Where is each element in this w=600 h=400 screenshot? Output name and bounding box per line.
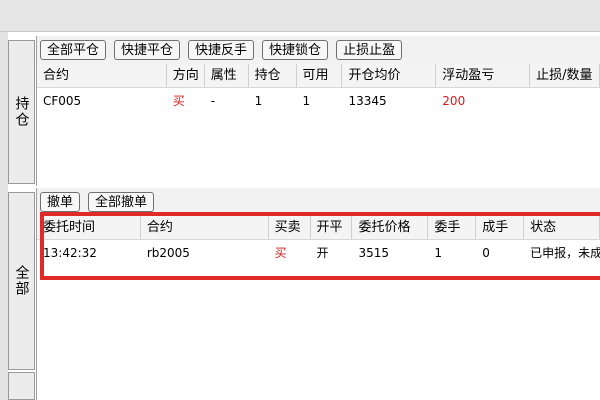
order-side: 买 [274,246,287,260]
order-time: 13:42:32 [43,246,97,260]
cancel-all-orders-button[interactable]: 全部撤单 [88,192,155,212]
col-header-floating-pnl[interactable]: 浮动盈亏 [436,64,531,87]
top-toolbar-area [0,0,600,32]
position-contract: CF005 [43,94,82,108]
side-tab-positions-label: 持仓 [13,96,30,128]
col-header-side[interactable]: 买卖 [269,216,311,239]
order-contract: rb2005 [146,246,190,260]
orders-table-header: 委托时间 合约 买卖 开平 委托价格 委手 成手 状态 [37,216,600,240]
order-row[interactable]: 13:42:32 rb2005 买 开 3515 1 0 已申报，未成交 [37,240,600,266]
order-open-close: 开 [316,246,329,260]
col-header-open-close[interactable]: 开平 [311,216,353,239]
col-header-direction[interactable]: 方向 [167,64,205,87]
trading-window: 持仓 全部 全部平仓 快捷平仓 快捷反手 快捷锁仓 止损止盈 合约 方向 属性 … [0,0,600,400]
col-header-order-price[interactable]: 委托价格 [352,216,429,239]
col-header-filled-qty[interactable]: 成手 [476,216,525,239]
order-price: 3515 [358,246,389,260]
order-status: 已申报，未成交 [530,246,600,260]
position-direction: 买 [172,94,185,108]
positions-table-header: 合约 方向 属性 持仓 可用 开仓均价 浮动盈亏 止损/数量 [37,64,600,88]
side-tab-positions[interactable]: 持仓 [8,40,35,184]
quick-close-button[interactable]: 快捷平仓 [114,40,181,60]
close-all-button[interactable]: 全部平仓 [40,40,107,60]
col-header-avg-open-price[interactable]: 开仓均价 [342,64,437,87]
position-available: 1 [302,94,311,108]
order-filled: 0 [482,246,490,260]
col-header-order-qty[interactable]: 委手 [428,216,477,239]
col-header-position[interactable]: 持仓 [249,64,297,87]
orders-toolbar: 撤单 全部撤单 [37,188,600,216]
col-header-available[interactable]: 可用 [297,64,343,87]
col-header-order-time[interactable]: 委托时间 [37,216,141,239]
positions-panel: 全部平仓 快捷平仓 快捷反手 快捷锁仓 止损止盈 合约 方向 属性 持仓 可用 … [36,36,600,186]
side-tab-all-orders[interactable]: 全部 [8,192,35,370]
position-attribute: - [210,94,216,108]
col-header-contract[interactable]: 合约 [37,64,167,87]
cancel-order-button[interactable]: 撤单 [40,192,81,212]
position-stop-qty [530,88,600,114]
position-floating-pnl: 200 [442,94,466,108]
stop-loss-profit-button[interactable]: 止损止盈 [336,40,403,60]
col-header-status[interactable]: 状态 [524,216,600,239]
position-quantity: 1 [254,94,263,108]
side-tab-more[interactable] [8,372,35,400]
positions-toolbar: 全部平仓 快捷平仓 快捷反手 快捷锁仓 止损止盈 [37,36,600,64]
position-avg-open-price: 13345 [348,94,387,108]
col-header-order-contract[interactable]: 合约 [141,216,269,239]
col-header-stop-qty[interactable]: 止损/数量 [530,64,600,87]
left-edge-strip [0,32,8,400]
side-tab-all-label: 全部 [13,265,30,297]
col-header-attribute[interactable]: 属性 [205,64,249,87]
order-qty: 1 [434,246,442,260]
quick-lock-button[interactable]: 快捷锁仓 [262,40,329,60]
quick-reverse-button[interactable]: 快捷反手 [188,40,255,60]
blurred-order-row [37,270,600,296]
position-row[interactable]: CF005 买 - 1 1 13345 200 [37,88,600,114]
orders-panel: 撤单 全部撤单 委托时间 合约 买卖 开平 委托价格 委手 成手 状态 13:4… [36,188,600,400]
